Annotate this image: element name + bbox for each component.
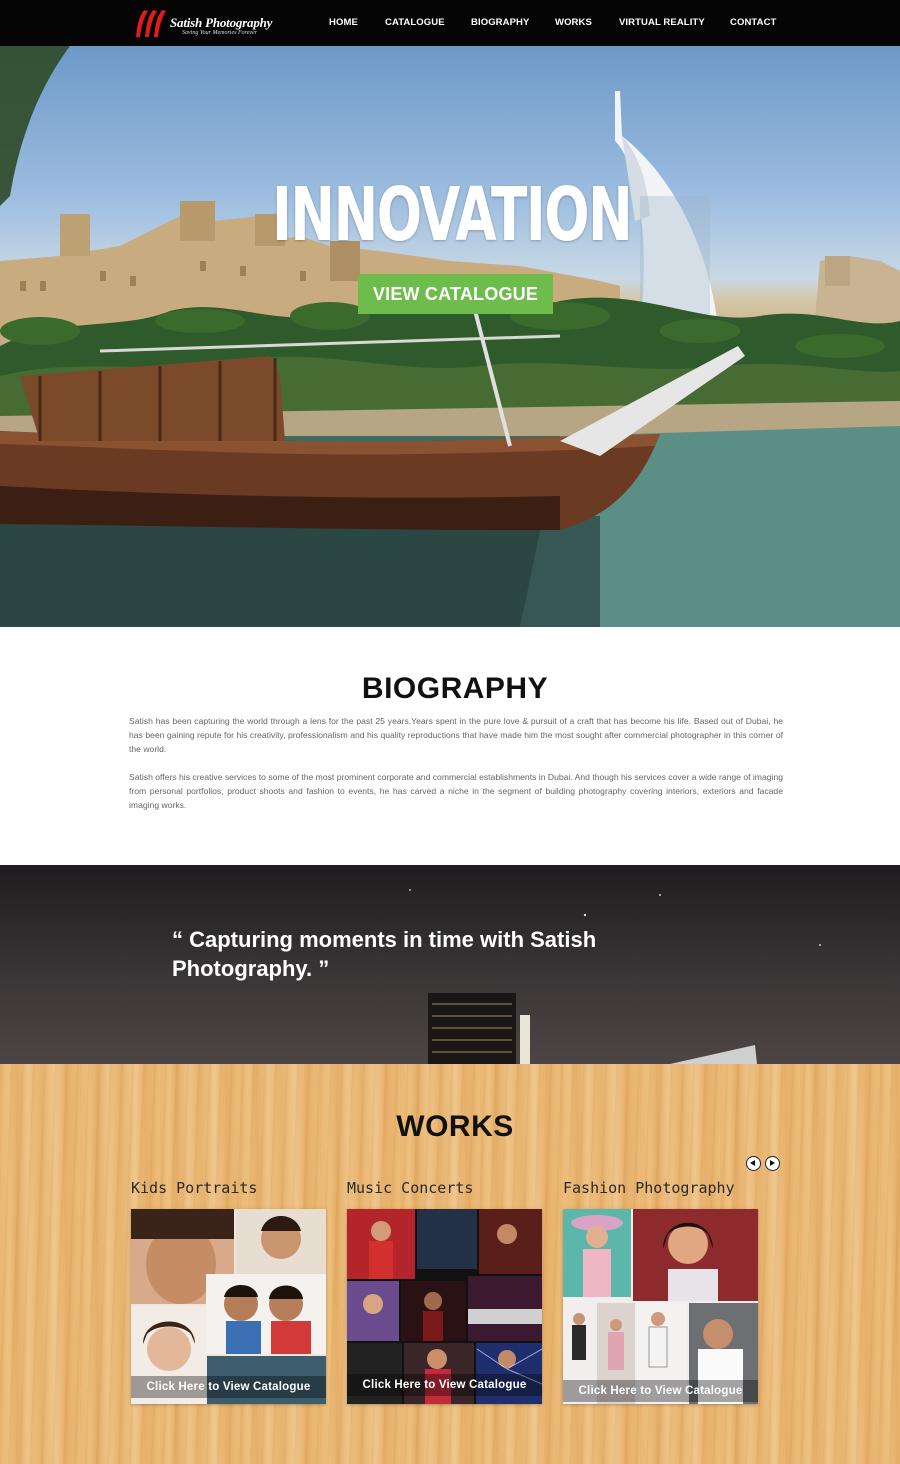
biography-heading: BIOGRAPHY xyxy=(361,672,549,705)
brand-logo[interactable]: Satish Photography Saving Your Memories … xyxy=(134,6,284,40)
hero-title: INNOVATION xyxy=(272,172,633,258)
top-navbar: Satish Photography Saving Your Memories … xyxy=(0,0,900,46)
brand-name: Satish Photography xyxy=(170,15,273,30)
hero-banner: INNOVATION VIEW CATALOGUE xyxy=(0,46,900,627)
biography-paragraph: Satish offers his creative services to s… xyxy=(129,772,783,810)
nav-contact[interactable]: CONTACT xyxy=(730,17,776,28)
nav-catalogue[interactable]: CATALOGUE xyxy=(385,17,445,28)
works-section: WORKS Kids Portraits Click Here to View … xyxy=(0,1064,900,1464)
biography-section: BIOGRAPHY Satish has been capturing the … xyxy=(0,627,900,865)
logo-swoosh-icon xyxy=(136,10,166,37)
view-catalogue-link[interactable]: Click Here to View Catalogue xyxy=(131,1376,326,1398)
view-catalogue-button[interactable]: VIEW CATALOGUE xyxy=(358,274,553,314)
brand-tagline: Saving Your Memories Forever xyxy=(182,30,258,36)
nav-biography[interactable]: BIOGRAPHY xyxy=(471,17,529,28)
nav-virtual-reality[interactable]: VIRTUAL REALITY xyxy=(619,17,705,28)
quote-banner: “ Capturing moments in time with Satish … xyxy=(0,865,900,1064)
view-catalogue-link[interactable]: Click Here to View Catalogue xyxy=(347,1374,542,1396)
circle-arrow-left-icon xyxy=(750,1160,755,1166)
view-catalogue-link[interactable]: Click Here to View Catalogue xyxy=(563,1380,758,1402)
nav-works[interactable]: WORKS xyxy=(555,17,592,28)
nav-home[interactable]: HOME xyxy=(329,17,358,28)
fashion-collage-image xyxy=(563,1209,758,1404)
biography-paragraph: Satish has been capturing the world thro… xyxy=(129,716,783,754)
kids-collage-image xyxy=(131,1209,326,1404)
work-card-fashion-photography[interactable]: Click Here to View Catalogue xyxy=(563,1209,758,1404)
work-label-fashion-photography: Fashion Photography xyxy=(563,1179,735,1197)
quote-text: “ Capturing moments in time with Satish … xyxy=(172,927,597,981)
work-label-kids-portraits: Kids Portraits xyxy=(131,1179,258,1197)
work-card-music-concerts[interactable]: Click Here to View Catalogue xyxy=(347,1209,542,1404)
work-card-kids-portraits[interactable]: Click Here to View Catalogue xyxy=(131,1209,326,1404)
works-heading: WORKS xyxy=(396,1110,514,1143)
carousel-next-button[interactable] xyxy=(765,1156,780,1171)
circle-arrow-right-icon xyxy=(770,1160,775,1166)
work-label-music-concerts: Music Concerts xyxy=(347,1179,474,1197)
hero-photo xyxy=(0,46,900,627)
carousel-prev-button[interactable] xyxy=(746,1156,761,1171)
